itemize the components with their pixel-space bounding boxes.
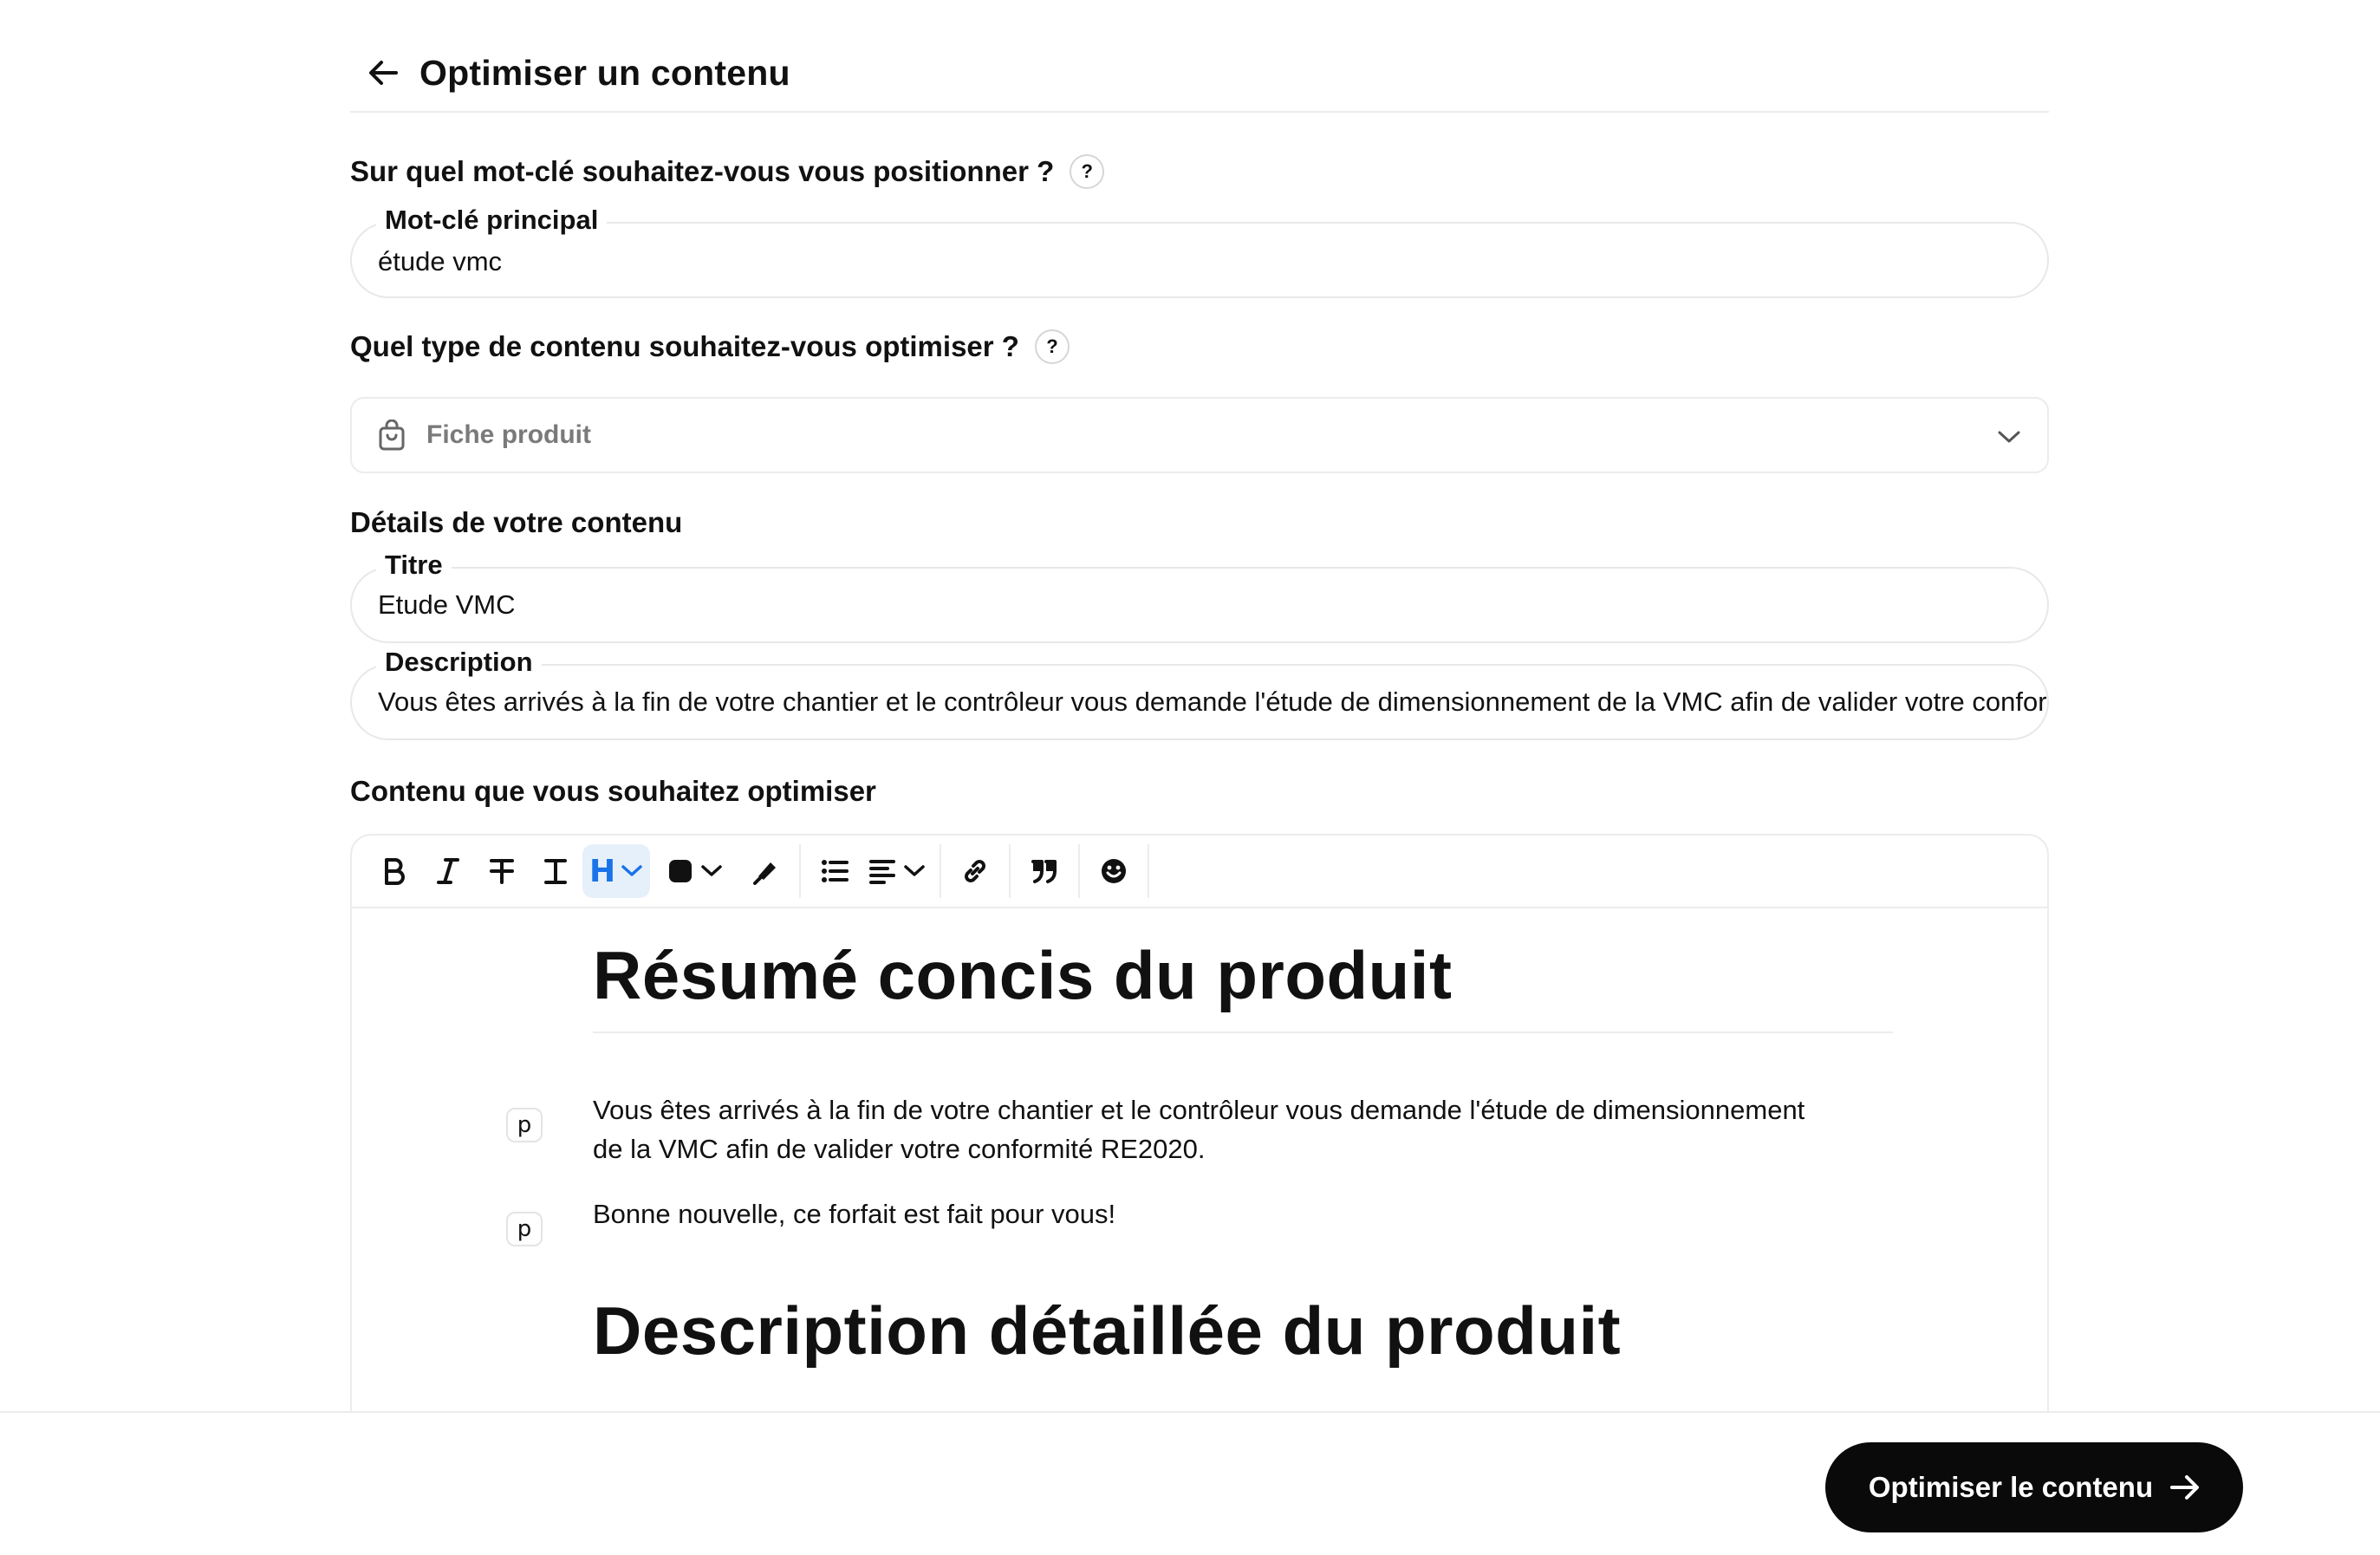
content-type-select[interactable]: Fiche produit xyxy=(350,397,2049,473)
shopping-bag-icon xyxy=(373,416,411,454)
optimize-content-label: Optimiser le contenu xyxy=(1868,1471,2154,1503)
italic-icon xyxy=(437,858,459,884)
editor-heading: Contenu que vous souhaitez optimiser xyxy=(350,775,876,807)
editor-toolbar: H xyxy=(352,836,2047,908)
bullet-list-button[interactable] xyxy=(808,844,862,898)
heading-label: H xyxy=(589,853,616,889)
toolbar-divider xyxy=(1148,844,1150,898)
content-type-help-icon[interactable]: ? xyxy=(1034,329,1070,364)
heading-summary: Résumé concis du produit xyxy=(593,937,1453,1013)
bullet-list-icon xyxy=(822,860,849,882)
page-header: Optimiser un contenu xyxy=(350,35,2049,113)
smiley-icon xyxy=(1102,859,1127,883)
bold-button[interactable] xyxy=(367,844,421,898)
keyword-help-icon[interactable]: ? xyxy=(1070,154,1105,189)
paragraph-tag[interactable]: p xyxy=(506,1212,543,1246)
description-label: Description xyxy=(376,647,542,678)
highlight-button[interactable] xyxy=(738,844,792,898)
arrow-left-icon xyxy=(369,61,398,85)
toolbar-divider xyxy=(799,844,802,898)
color-dropdown-button[interactable] xyxy=(660,844,730,898)
page-title: Optimiser un contenu xyxy=(419,52,790,93)
keyword-question: Sur quel mot-clé souhaitez-vous vous pos… xyxy=(350,154,1105,189)
chevron-down-icon xyxy=(1990,418,2028,456)
content-type-question-text: Quel type de contenu souhaitez-vous opti… xyxy=(350,330,1019,362)
content-type-question: Quel type de contenu souhaitez-vous opti… xyxy=(350,329,1070,364)
content-type-value: Fiche produit xyxy=(426,420,591,449)
chevron-down-icon xyxy=(904,865,925,876)
page: Optimiser un contenu Sur quel mot-clé so… xyxy=(0,0,2380,1555)
description-field[interactable]: Vous êtes arrivés à la fin de votre chan… xyxy=(350,664,2049,740)
title-field[interactable]: Etude VMC xyxy=(350,567,2049,643)
strikethrough-button[interactable] xyxy=(475,844,529,898)
description-value: Vous êtes arrivés à la fin de votre chan… xyxy=(378,686,2049,717)
heading-dropdown-button[interactable]: H xyxy=(582,844,651,898)
text-cursor-button[interactable] xyxy=(529,844,582,898)
link-button[interactable] xyxy=(948,844,1002,898)
quote-button[interactable] xyxy=(1018,844,1071,898)
chevron-down-icon xyxy=(621,865,642,876)
toolbar-divider xyxy=(1078,844,1081,898)
arrow-right-icon xyxy=(2170,1474,2200,1500)
keyword-label: Mot-clé principal xyxy=(376,205,608,236)
title-label: Titre xyxy=(376,550,452,581)
align-dropdown-button[interactable] xyxy=(862,844,933,898)
text-format-icon xyxy=(544,859,567,884)
heading-description: Description détaillée du produit xyxy=(593,1292,1622,1369)
bold-icon xyxy=(385,858,405,885)
chevron-down-icon xyxy=(701,865,722,876)
align-left-icon xyxy=(869,860,896,884)
color-swatch-icon xyxy=(669,860,693,882)
highlighter-icon xyxy=(753,862,777,885)
paragraph-intro: Vous êtes arrivés à la fin de votre chan… xyxy=(593,1095,1805,1164)
back-button[interactable] xyxy=(359,49,407,97)
keyword-question-text: Sur quel mot-clé souhaitez-vous vous pos… xyxy=(350,155,1055,187)
optimize-content-button[interactable]: Optimiser le contenu xyxy=(1825,1442,2243,1532)
italic-button[interactable] xyxy=(421,844,475,898)
emoji-button[interactable] xyxy=(1087,844,1141,898)
quote-icon xyxy=(1031,860,1057,883)
heading-divider xyxy=(593,1031,1893,1033)
title-value: Etude VMC xyxy=(378,589,516,620)
keyword-value: étude vmc xyxy=(378,246,503,277)
toolbar-divider xyxy=(940,844,942,898)
details-heading: Détails de votre contenu xyxy=(350,506,683,538)
strikethrough-icon xyxy=(490,859,514,884)
toolbar-divider xyxy=(1009,844,1011,898)
link-icon xyxy=(965,860,986,882)
paragraph-good-news: Bonne nouvelle, ce forfait est fait pour… xyxy=(593,1199,1116,1229)
paragraph-tag[interactable]: p xyxy=(506,1108,543,1142)
footer-bar: Optimiser le contenu xyxy=(0,1411,2380,1555)
